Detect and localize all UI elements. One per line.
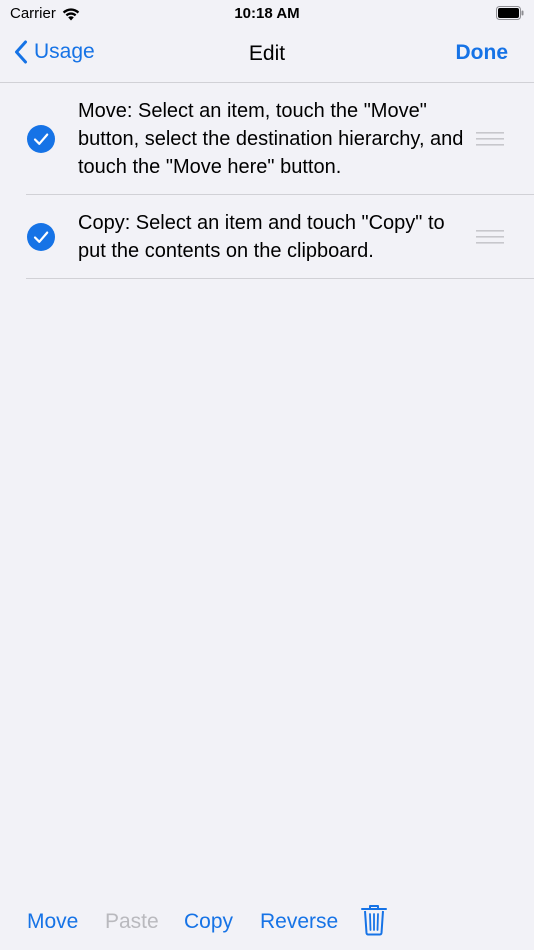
reorder-handle-icon[interactable]	[476, 229, 504, 245]
chevron-left-icon	[15, 40, 27, 64]
list-item-text: Copy: Select an item and touch "Copy" to…	[78, 211, 445, 262]
back-button[interactable]: Usage	[14, 40, 95, 64]
battery-icon	[496, 6, 524, 20]
reorder-handle-icon[interactable]	[476, 131, 504, 147]
list-item[interactable]: Move: Select an item, touch the "Move" b…	[26, 83, 534, 195]
usage-list: Move: Select an item, touch the "Move" b…	[0, 83, 534, 279]
copy-button[interactable]: Copy	[184, 910, 233, 934]
list-item[interactable]: Copy: Select an item and touch "Copy" to…	[26, 195, 534, 279]
paste-button[interactable]: Paste	[105, 910, 159, 934]
bottom-toolbar: Move Paste Copy Reverse	[0, 896, 534, 950]
reverse-button[interactable]: Reverse	[260, 910, 338, 934]
done-button[interactable]: Done	[456, 41, 509, 65]
trash-icon[interactable]	[360, 904, 388, 936]
move-button[interactable]: Move	[27, 910, 78, 934]
list-item-text: Move: Select an item, touch the "Move" b…	[78, 99, 464, 178]
navigation-bar: Usage Edit Done	[0, 28, 534, 83]
checkmark-circle-icon[interactable]	[27, 124, 55, 153]
checkmark-circle-icon[interactable]	[27, 222, 55, 251]
back-button-label: Usage	[34, 40, 95, 63]
status-bar: Carrier 10:18 AM	[0, 0, 534, 28]
status-time: 10:18 AM	[234, 5, 300, 22]
